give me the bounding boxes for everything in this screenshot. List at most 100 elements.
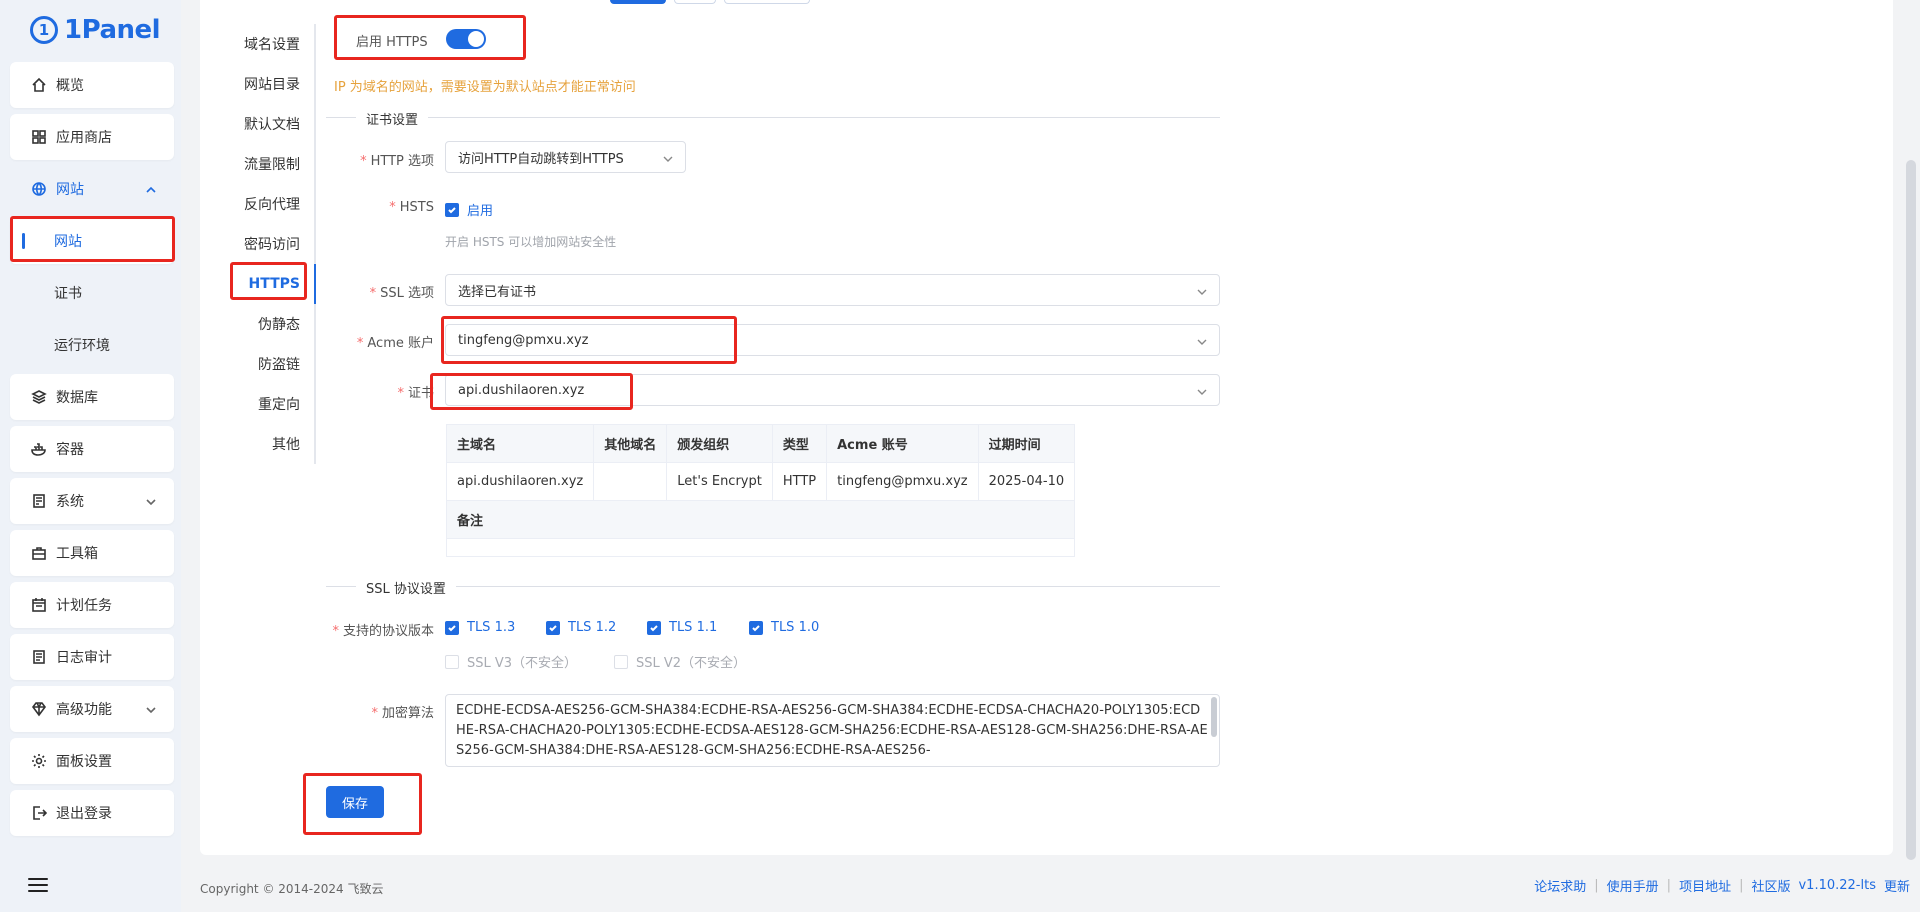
subnav-other[interactable]: 其他 [232, 424, 314, 464]
copyright-text: Copyright © 2014-2024 飞致云 [200, 881, 384, 896]
col-remark: 备注 [445, 500, 1076, 539]
col-expire: 过期时间 [977, 424, 1076, 463]
sidebar-item-label: 应用商店 [56, 130, 112, 146]
sidebar-item-runtime[interactable]: 运行环境 [10, 322, 174, 368]
acme-account-select[interactable]: tingfeng@pmxu.xyz [445, 324, 1220, 356]
page-scrollbar[interactable] [1906, 160, 1916, 860]
logo-text: 1Panel [64, 15, 161, 45]
certificate-label: * 证书 [397, 386, 434, 401]
sidebar-item-database[interactable]: 数据库 [10, 374, 174, 420]
tls13-checkbox[interactable]: TLS 1.3 [445, 620, 515, 635]
certificate-select[interactable]: api.dushilaoren.xyz [445, 374, 1220, 406]
cell-type: HTTP [771, 462, 828, 501]
sslv2-checkbox[interactable]: SSL V2（不安全） [614, 652, 746, 671]
chevron-down-icon [146, 703, 156, 714]
sidebar-item-label: 网站 [54, 234, 82, 250]
chevron-down-icon [663, 153, 673, 163]
hsts-checkbox[interactable]: 启用 [445, 200, 493, 219]
enable-https-switch[interactable] [446, 29, 486, 49]
hsts-label: * HSTS [389, 200, 434, 215]
ssl-protocol-divider [326, 586, 1220, 587]
subnav-https[interactable]: HTTPS [232, 264, 316, 304]
sidebar-item-label: 日志审计 [56, 650, 112, 666]
subnav-rewrite[interactable]: 伪静态 [232, 304, 314, 344]
cell-remark [445, 538, 1076, 557]
subnav-reverse-proxy[interactable]: 反向代理 [232, 184, 314, 224]
http-option-label: * HTTP 选项 [360, 154, 434, 169]
table-row: api.dushilaoren.xyz Let's Encrypt HTTP t… [445, 462, 1076, 501]
protocols-label: * 支持的协议版本 [332, 624, 434, 639]
http-option-select[interactable]: 访问HTTP自动跳转到HTTPS [445, 141, 686, 173]
toolbox-icon [30, 544, 48, 562]
sidebar-item-logout[interactable]: 退出登录 [10, 790, 174, 836]
chevron-up-icon [146, 183, 156, 193]
forum-link[interactable]: 论坛求助 [1534, 876, 1586, 895]
cipher-label: * 加密算法 [371, 706, 434, 721]
logo-mark: 1 [30, 16, 58, 44]
update-link[interactable]: 更新 [1884, 876, 1910, 895]
col-other-domains: 其他域名 [593, 424, 668, 463]
subnav-anti-leech[interactable]: 防盗链 [232, 344, 314, 384]
col-primary-domain: 主域名 [445, 424, 595, 463]
sidebar-item-log-audit[interactable]: 日志审计 [10, 634, 174, 680]
sidebar-item-cron[interactable]: 计划任务 [10, 582, 174, 628]
layers-icon [30, 388, 48, 406]
chevron-down-icon [1197, 336, 1207, 346]
sidebar-item-website-sub[interactable]: 网站 [10, 218, 174, 264]
sidebar-item-panel-settings[interactable]: 面板设置 [10, 738, 174, 784]
sidebar-item-certificate[interactable]: 证书 [10, 270, 174, 316]
sidebar-item-label: 工具箱 [56, 546, 98, 562]
subnav-domain[interactable]: 域名设置 [232, 24, 314, 64]
subnav-rate-limit[interactable]: 流量限制 [232, 144, 314, 184]
col-type: 类型 [771, 424, 828, 463]
cell-expire: 2025-04-10 [977, 462, 1076, 501]
sidebar-item-website[interactable]: 网站 [10, 166, 174, 212]
footer: Copyright © 2014-2024 飞致云 论坛求助 | 使用手册 | … [200, 876, 1910, 900]
acme-account-value: tingfeng@pmxu.xyz [458, 332, 589, 348]
acme-account-label: * Acme 账户 [356, 336, 434, 351]
cell-other-domains [593, 462, 668, 501]
subnav-redirect[interactable]: 重定向 [232, 384, 314, 424]
menu-collapse-icon[interactable] [28, 878, 48, 894]
chevron-down-icon [1197, 386, 1207, 396]
home-icon [30, 76, 48, 94]
certificate-value: api.dushilaoren.xyz [458, 382, 585, 398]
tls12-checkbox[interactable]: TLS 1.2 [546, 620, 616, 635]
checkbox-check-icon [445, 202, 459, 217]
col-acme-account: Acme 账号 [826, 424, 979, 463]
sidebar-item-label: 系统 [56, 494, 84, 510]
hsts-hint: 开启 HSTS 可以增加网站安全性 [445, 235, 617, 249]
sidebar-item-label: 运行环境 [54, 338, 110, 354]
ssl-option-select[interactable]: 选择已有证书 [445, 274, 1220, 306]
sidebar-item-container[interactable]: 容器 [10, 426, 174, 472]
sidebar-item-app-store[interactable]: 应用商店 [10, 114, 174, 160]
save-button[interactable]: 保存 [326, 786, 385, 818]
subnav-site-dir[interactable]: 网站目录 [232, 64, 314, 104]
ssl-option-value: 选择已有证书 [458, 284, 537, 300]
sidebar-item-label: 容器 [56, 442, 84, 458]
ssl-protocol-section-title: SSL 协议设置 [356, 578, 456, 597]
sslv3-checkbox[interactable]: SSL V3（不安全） [445, 652, 577, 671]
community-edition-link[interactable]: 社区版 [1751, 876, 1790, 895]
sidebar-item-label: 面板设置 [56, 754, 112, 770]
textarea-scrollbar[interactable] [1211, 697, 1217, 737]
tls10-checkbox[interactable]: TLS 1.0 [749, 620, 819, 635]
sidebar-item-label: 概览 [56, 78, 84, 94]
cell-acme-account: tingfeng@pmxu.xyz [826, 462, 979, 501]
cipher-textarea[interactable]: ECDHE-ECDSA-AES256-GCM-SHA384:ECDHE-RSA-… [445, 694, 1220, 767]
subnav-password-access[interactable]: 密码访问 [232, 224, 314, 264]
logo[interactable]: 1 1Panel [30, 10, 161, 50]
sidebar-item-label: 数据库 [56, 390, 98, 406]
sidebar-item-advanced[interactable]: 高级功能 [10, 686, 174, 732]
server-icon [30, 492, 48, 510]
subnav-default-doc[interactable]: 默认文档 [232, 104, 314, 144]
sidebar-item-system[interactable]: 系统 [10, 478, 174, 524]
sidebar-item-label: 退出登录 [56, 806, 112, 822]
docker-icon [30, 440, 48, 458]
tls11-checkbox[interactable]: TLS 1.1 [647, 620, 717, 635]
sidebar-item-overview[interactable]: 概览 [10, 62, 174, 108]
sidebar-item-toolbox[interactable]: 工具箱 [10, 530, 174, 576]
manual-link[interactable]: 使用手册 [1607, 876, 1659, 895]
chevron-down-icon [146, 495, 156, 506]
project-link[interactable]: 项目地址 [1679, 876, 1731, 895]
